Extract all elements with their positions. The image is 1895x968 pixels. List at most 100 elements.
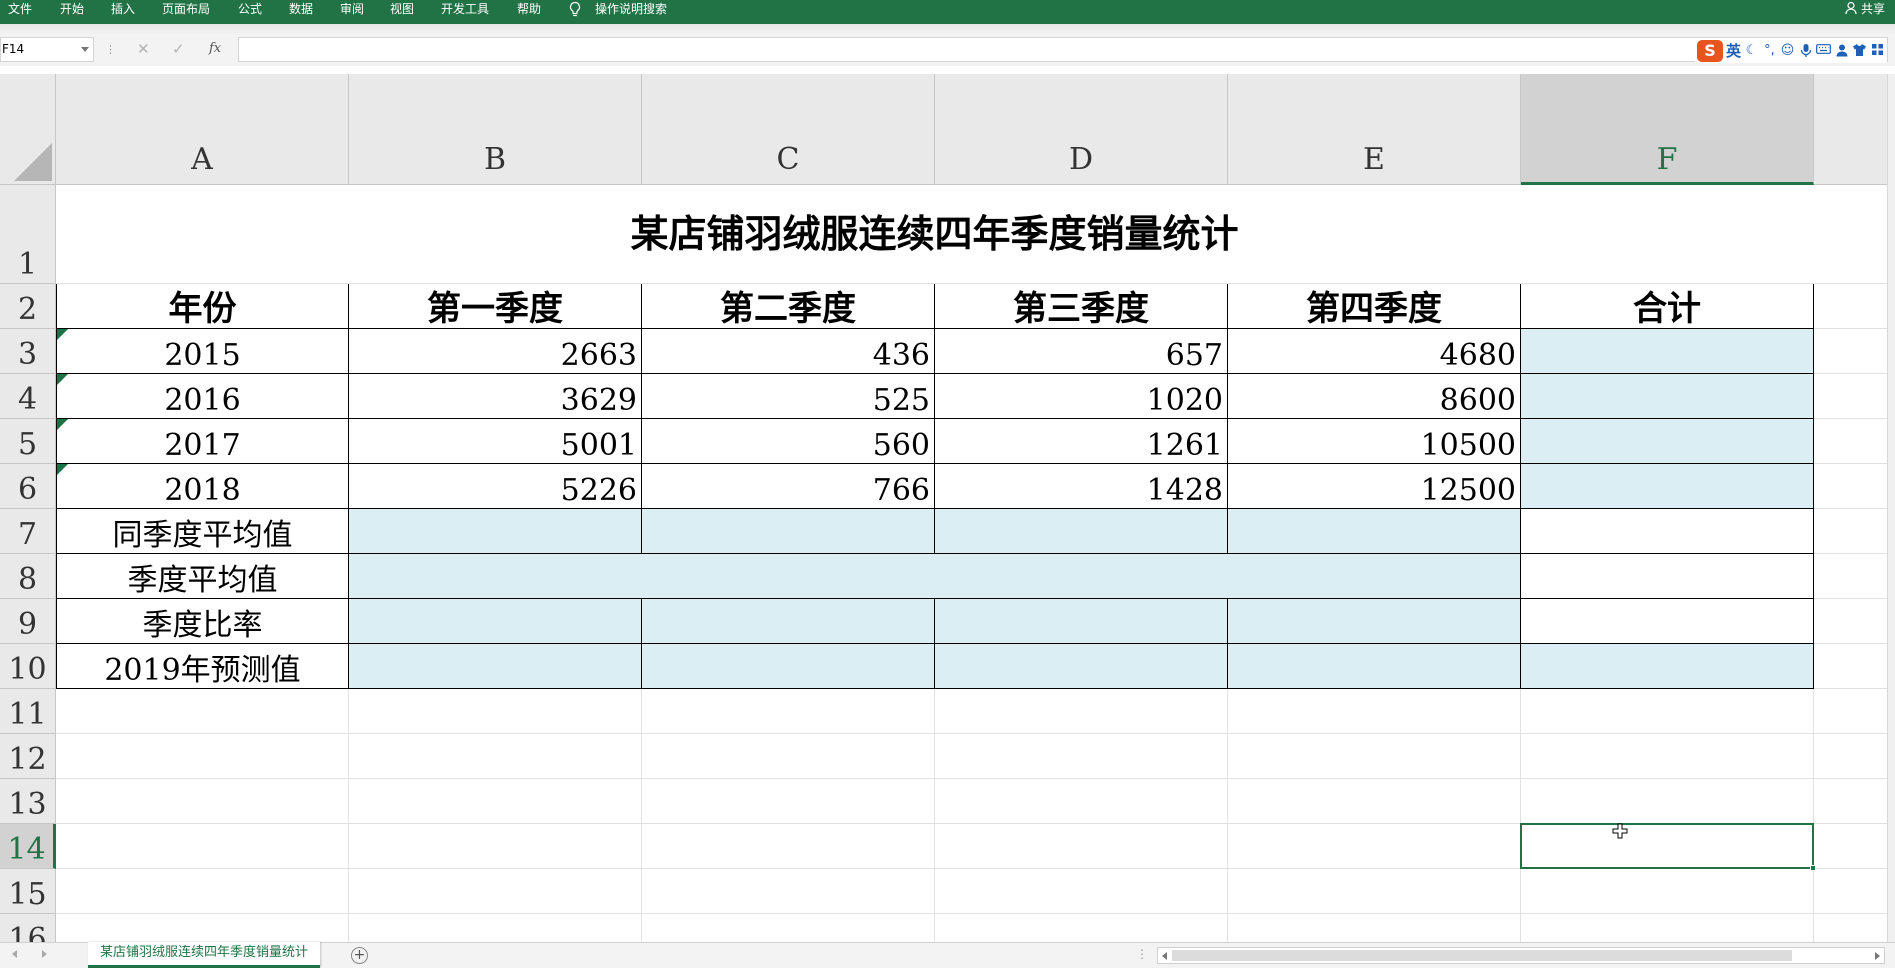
- scroll-thumb[interactable]: [1172, 950, 1792, 961]
- cell-e11[interactable]: [1228, 689, 1521, 734]
- ratio-cell-b9[interactable]: [349, 599, 642, 644]
- header-cell-e[interactable]: 第四季度: [1228, 284, 1521, 329]
- avg-cell-b7[interactable]: [349, 509, 642, 554]
- cell-f7[interactable]: [1521, 509, 1814, 554]
- scroll-left-icon[interactable]: [1162, 952, 1167, 960]
- tab-formulas[interactable]: 公式: [238, 0, 262, 24]
- cell-c15[interactable]: [642, 869, 935, 914]
- sogou-logo[interactable]: S: [1696, 39, 1723, 62]
- row-header-7[interactable]: 7: [0, 509, 56, 554]
- tab-review[interactable]: 审阅: [340, 0, 364, 24]
- vertical-scrollbar[interactable]: [1887, 74, 1895, 944]
- total-cell-f3[interactable]: [1521, 329, 1814, 374]
- column-header-b[interactable]: B: [349, 74, 642, 185]
- data-cell-b4[interactable]: 3629: [349, 374, 642, 419]
- scroll-right-icon[interactable]: [1875, 952, 1880, 960]
- cell-a11[interactable]: [56, 689, 349, 734]
- header-cell-d[interactable]: 第三季度: [935, 284, 1228, 329]
- cell-c12[interactable]: [642, 734, 935, 779]
- data-cell-a5[interactable]: 2017: [56, 419, 349, 464]
- cell-empty[interactable]: [1814, 689, 1895, 734]
- grid-icon[interactable]: [1870, 43, 1885, 58]
- data-cell-e3[interactable]: 4680: [1228, 329, 1521, 374]
- cell-d12[interactable]: [935, 734, 1228, 779]
- data-cell-b6[interactable]: 5226: [349, 464, 642, 509]
- cell-empty[interactable]: [1814, 599, 1895, 644]
- tab-view[interactable]: 视图: [390, 0, 414, 24]
- cell-empty[interactable]: [1814, 185, 1895, 284]
- cell-d11[interactable]: [935, 689, 1228, 734]
- data-cell-e6[interactable]: 12500: [1228, 464, 1521, 509]
- forecast-cell-b10[interactable]: [349, 644, 642, 689]
- cell-empty[interactable]: [1814, 914, 1895, 942]
- tell-me-search[interactable]: 操作说明搜索: [595, 0, 667, 24]
- column-header-d[interactable]: D: [935, 74, 1228, 185]
- cell-a16[interactable]: [56, 914, 349, 942]
- label-cell-a10[interactable]: 2019年预测值: [56, 644, 349, 689]
- sheet-tab-active[interactable]: 某店铺羽绒服连续四年季度销量统计: [88, 942, 320, 968]
- cell-empty[interactable]: [1814, 734, 1895, 779]
- cell-empty[interactable]: [1814, 869, 1895, 914]
- cell-b13[interactable]: [349, 779, 642, 824]
- label-cell-a8[interactable]: 季度平均值: [56, 554, 349, 599]
- cell-f8[interactable]: [1521, 554, 1814, 599]
- sheet-title[interactable]: 某店铺羽绒服连续四年季度销量统计: [56, 185, 1814, 284]
- cell-c14[interactable]: [642, 824, 935, 869]
- insert-function-button[interactable]: fx: [209, 41, 221, 56]
- cell-empty[interactable]: [1814, 644, 1895, 689]
- row-header-2[interactable]: 2: [0, 284, 56, 329]
- cell-a15[interactable]: [56, 869, 349, 914]
- moon-icon[interactable]: ☾: [1744, 43, 1759, 58]
- total-cell-f4[interactable]: [1521, 374, 1814, 419]
- cell-e13[interactable]: [1228, 779, 1521, 824]
- selected-cell-f14[interactable]: [1520, 823, 1816, 871]
- select-all-button[interactable]: [0, 74, 56, 185]
- forecast-cell-c10[interactable]: [642, 644, 935, 689]
- data-cell-b5[interactable]: 5001: [349, 419, 642, 464]
- share-button[interactable]: 共享: [1845, 0, 1885, 18]
- row-header-8[interactable]: 8: [0, 554, 56, 599]
- forecast-cell-d10[interactable]: [935, 644, 1228, 689]
- row-header-11[interactable]: 11: [0, 689, 56, 734]
- cell-b15[interactable]: [349, 869, 642, 914]
- total-cell-f6[interactable]: [1521, 464, 1814, 509]
- cell-e14[interactable]: [1228, 824, 1521, 869]
- tab-help[interactable]: 帮助: [517, 0, 541, 24]
- emoji-icon[interactable]: ☺: [1780, 43, 1795, 58]
- tab-home[interactable]: 开始: [60, 0, 84, 24]
- avg-cell-d7[interactable]: [935, 509, 1228, 554]
- cell-f11[interactable]: [1521, 689, 1814, 734]
- ratio-cell-d9[interactable]: [935, 599, 1228, 644]
- microphone-icon[interactable]: [1798, 43, 1813, 58]
- cell-f13[interactable]: [1521, 779, 1814, 824]
- row-header-16[interactable]: 16: [0, 914, 56, 942]
- cell-empty[interactable]: [1814, 824, 1895, 869]
- cell-e16[interactable]: [1228, 914, 1521, 942]
- forecast-cell-f10[interactable]: [1521, 644, 1814, 689]
- data-cell-d3[interactable]: 657: [935, 329, 1228, 374]
- tab-developer[interactable]: 开发工具: [441, 0, 489, 24]
- name-box[interactable]: F14: [0, 37, 94, 62]
- data-cell-d6[interactable]: 1428: [935, 464, 1228, 509]
- row-header-6[interactable]: 6: [0, 464, 56, 509]
- data-cell-d5[interactable]: 1261: [935, 419, 1228, 464]
- punctuation-icon[interactable]: °,: [1762, 43, 1777, 58]
- data-cell-a4[interactable]: 2016: [56, 374, 349, 419]
- ratio-cell-e9[interactable]: [1228, 599, 1521, 644]
- chevron-down-icon[interactable]: [81, 47, 89, 52]
- row-header-9[interactable]: 9: [0, 599, 56, 644]
- column-header-a[interactable]: A: [56, 74, 349, 185]
- cell-d16[interactable]: [935, 914, 1228, 942]
- quarter-avg-cell-b8[interactable]: [349, 554, 1521, 599]
- cell-e15[interactable]: [1228, 869, 1521, 914]
- cell-empty[interactable]: [1814, 284, 1895, 329]
- data-cell-a3[interactable]: 2015: [56, 329, 349, 374]
- header-cell-c[interactable]: 第二季度: [642, 284, 935, 329]
- tab-insert[interactable]: 插入: [111, 0, 135, 24]
- row-header-14[interactable]: 14: [0, 824, 56, 869]
- cell-empty[interactable]: [1814, 419, 1895, 464]
- cell-b16[interactable]: [349, 914, 642, 942]
- avg-cell-c7[interactable]: [642, 509, 935, 554]
- row-header-12[interactable]: 12: [0, 734, 56, 779]
- shirt-icon[interactable]: [1852, 43, 1867, 58]
